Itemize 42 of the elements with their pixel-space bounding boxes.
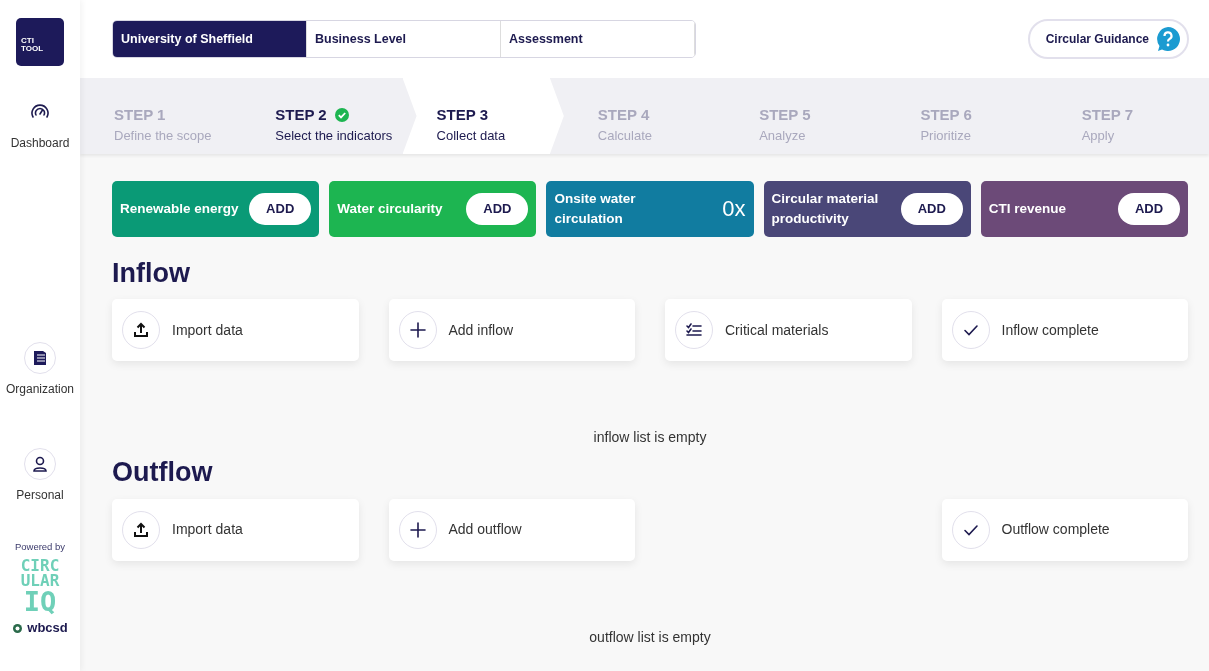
empty-list-message: inflow list is empty bbox=[592, 428, 708, 448]
indicator-label: Circular material productivity bbox=[771, 190, 880, 228]
breadcrumb-item[interactable]: University of Sheffield bbox=[113, 21, 307, 57]
powered-by-text: Powered by bbox=[14, 540, 66, 554]
indicator-label: Water circularity bbox=[337, 200, 443, 219]
add-button[interactable]: ADD bbox=[466, 193, 529, 225]
globe-icon bbox=[12, 622, 24, 634]
guidance-button[interactable]: Circular Guidance bbox=[1027, 19, 1189, 59]
nav-label[interactable]: Personal bbox=[16, 486, 64, 504]
empty-list-message: outflow list is empty bbox=[588, 627, 712, 647]
help-bubble-icon bbox=[1155, 26, 1181, 52]
plus-icon bbox=[408, 321, 427, 340]
logo-text: CTI bbox=[21, 37, 35, 46]
action-card[interactable]: Import data bbox=[112, 498, 359, 561]
nav-label[interactable]: Organization bbox=[5, 380, 74, 398]
circular-iq-logo: CIRC ULAR IQ bbox=[20, 558, 60, 615]
logo-tile[interactable]: CTI TOOL bbox=[16, 18, 64, 66]
section-heading: Inflow bbox=[112, 257, 191, 290]
upload-icon bbox=[132, 520, 150, 539]
action-card[interactable]: Inflow complete bbox=[941, 299, 1188, 362]
add-button[interactable]: ADD bbox=[900, 193, 963, 225]
partner-logo-text: wbcsd bbox=[27, 619, 68, 638]
indicator-label: Renewable energy bbox=[120, 200, 239, 219]
check-circle-icon bbox=[334, 107, 349, 122]
action-card[interactable]: Critical materials bbox=[665, 299, 912, 362]
indicator-label: Onsite water circulation bbox=[554, 190, 637, 228]
action-card[interactable]: Import data bbox=[112, 299, 359, 362]
logo-text: TOOL bbox=[21, 45, 45, 54]
action-card[interactable]: Outflow complete bbox=[941, 498, 1188, 561]
building-icon bbox=[31, 349, 49, 367]
section-heading: Outflow bbox=[112, 456, 214, 489]
add-button[interactable]: ADD bbox=[249, 193, 312, 225]
upload-icon bbox=[132, 321, 150, 340]
step-tab[interactable]: STEP 3 Collect data bbox=[402, 78, 564, 154]
add-button[interactable]: ADD bbox=[1118, 193, 1180, 225]
person-icon bbox=[31, 455, 49, 473]
action-card[interactable]: Add outflow bbox=[388, 498, 635, 561]
nav-label[interactable]: Dashboard bbox=[10, 134, 70, 152]
action-card[interactable]: Add inflow bbox=[388, 299, 635, 362]
plus-icon bbox=[408, 520, 427, 539]
indicator-value: 0x bbox=[722, 195, 746, 224]
indicator-label: CTI revenue bbox=[988, 200, 1067, 219]
